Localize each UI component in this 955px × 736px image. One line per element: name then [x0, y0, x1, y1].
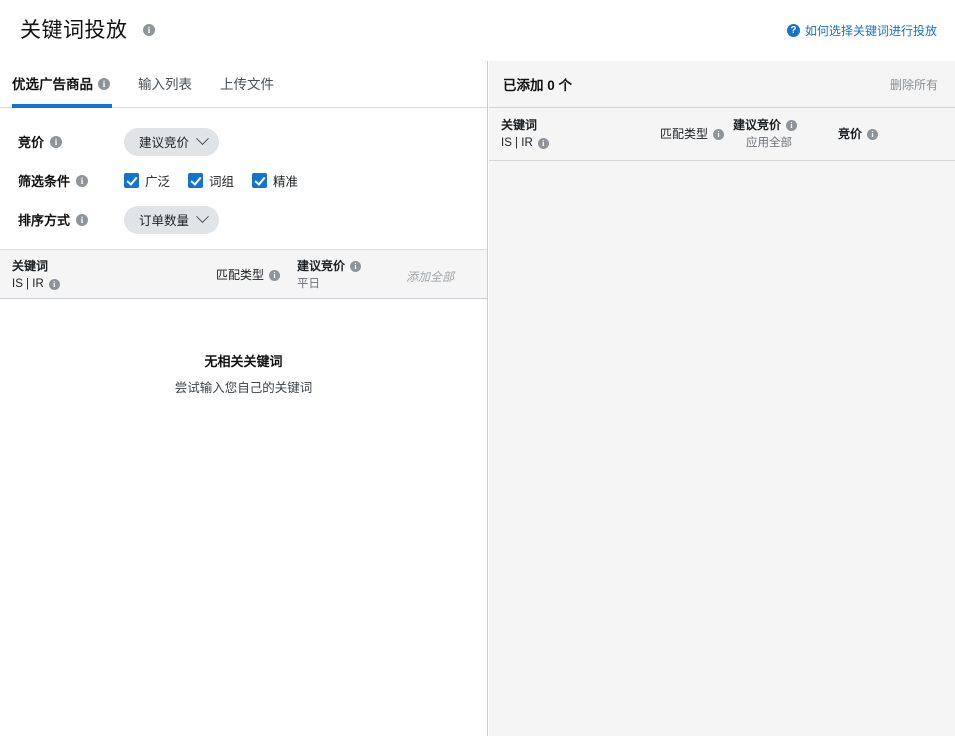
- match-type-checkbox-group: 广泛 词组 精准: [124, 171, 298, 190]
- bid-label: 竞价: [18, 135, 45, 150]
- info-icon[interactable]: i: [713, 128, 725, 140]
- checkbox-broad[interactable]: 广泛: [124, 171, 170, 190]
- info-icon[interactable]: i: [786, 119, 798, 131]
- filter-label: 筛选条件: [18, 174, 71, 189]
- help-link[interactable]: ? 如何选择关键词进行投放: [786, 22, 937, 39]
- checkbox-checked-icon: [124, 173, 139, 188]
- tab-bar: 优选广告商品 i 输入列表 上传文件: [0, 61, 487, 108]
- help-link-label: 如何选择关键词进行投放: [804, 24, 937, 38]
- sort-row: 排序方式 i 订单数量: [0, 200, 487, 239]
- checkbox-checked-icon: [188, 173, 204, 188]
- bid-label-group: 竞价 i: [18, 132, 124, 151]
- column-keyword-label: 关键词: [501, 118, 538, 132]
- column-match-type: 匹配类型 i: [660, 126, 725, 142]
- added-table-header: 关键词 IS | IR i 匹配类型 i 建议竞价 i 应用全部 竞价 i: [489, 108, 955, 161]
- column-suggested-bid-label: 建议竞价: [297, 259, 346, 273]
- info-icon[interactable]: i: [50, 135, 63, 148]
- page-title: 关键词投放: [20, 19, 128, 42]
- empty-state-subtitle: 尝试输入您自己的关键词: [174, 381, 313, 395]
- apply-all-button[interactable]: 应用全部: [746, 135, 792, 151]
- sort-label-group: 排序方式 i: [18, 210, 124, 229]
- info-icon[interactable]: i: [350, 260, 362, 272]
- column-match-type-label: 匹配类型: [660, 127, 709, 141]
- info-icon[interactable]: i: [76, 213, 89, 226]
- info-icon[interactable]: i: [98, 78, 110, 90]
- tab-upload-file[interactable]: 上传文件: [220, 61, 288, 108]
- empty-state: 无相关关键词 尝试输入您自己的关键词: [0, 351, 487, 396]
- tab-featured-products[interactable]: 优选广告商品 i: [12, 61, 124, 108]
- info-icon[interactable]: i: [143, 24, 155, 36]
- column-keyword: 关键词 IS | IR i: [501, 117, 549, 151]
- tab-label: 优选广告商品: [12, 76, 93, 92]
- column-match-type: 匹配类型 i: [216, 267, 281, 283]
- column-suggested-bid-sublabel: 平日: [297, 278, 320, 290]
- column-match-type-label: 匹配类型: [216, 268, 265, 282]
- sort-dropdown[interactable]: 订单数量: [124, 205, 220, 234]
- bid-row: 竞价 i 建议竞价: [0, 122, 487, 161]
- filter-label-group: 筛选条件 i: [18, 171, 124, 190]
- column-keyword-sublabel: IS | IR: [12, 278, 44, 290]
- tab-label: 上传文件: [220, 76, 274, 92]
- info-icon[interactable]: i: [269, 269, 281, 281]
- empty-state-title: 无相关关键词: [204, 354, 283, 369]
- added-keywords-pane: 已添加 0 个 删除所有 关键词 IS | IR i 匹配类型 i 建议竞价 i…: [489, 61, 955, 736]
- filter-controls: 竞价 i 建议竞价 筛选条件 i 广泛 词组 精准 排序方式 i 订单数量: [0, 108, 487, 249]
- page-header: 关键词投放 i ? 如何选择关键词进行投放: [0, 0, 955, 61]
- added-count-label: 已添加 0 个: [503, 78, 573, 93]
- sort-label: 排序方式: [18, 213, 71, 228]
- filter-row: 筛选条件 i 广泛 词组 精准: [0, 161, 487, 200]
- column-suggested-bid: 建议竞价 i 应用全部: [733, 117, 798, 151]
- suggestions-pane: 优选广告商品 i 输入列表 上传文件 竞价 i 建议竞价 筛选条件 i 广泛 词…: [0, 61, 488, 736]
- delete-all-button[interactable]: 删除所有: [890, 76, 938, 93]
- column-keyword-sublabel: IS | IR: [501, 137, 533, 149]
- sort-value: 订单数量: [139, 214, 190, 228]
- checkbox-label: 词组: [209, 175, 235, 189]
- info-icon[interactable]: i: [76, 174, 89, 187]
- tab-enter-list[interactable]: 输入列表: [138, 61, 206, 108]
- checkbox-label: 精准: [273, 175, 299, 189]
- bid-type-value: 建议竞价: [139, 136, 190, 150]
- bid-type-dropdown[interactable]: 建议竞价: [124, 127, 220, 156]
- info-icon[interactable]: i: [537, 137, 549, 149]
- column-suggested-bid: 建议竞价 i 平日: [297, 258, 362, 292]
- tab-label: 输入列表: [138, 76, 192, 92]
- info-icon[interactable]: i: [867, 128, 879, 140]
- keyword-targeting-page: 关键词投放 i ? 如何选择关键词进行投放 优选广告商品 i 输入列表 上传文件: [0, 0, 955, 736]
- info-icon[interactable]: i: [48, 278, 60, 290]
- column-bid: 竞价 i: [838, 126, 879, 142]
- checkbox-label: 广泛: [145, 175, 171, 189]
- checkbox-exact[interactable]: 精准: [252, 171, 298, 190]
- checkbox-phrase[interactable]: 词组: [188, 171, 234, 190]
- add-all-button[interactable]: 添加全部: [406, 268, 454, 285]
- suggestions-table-header: 关键词 IS | IR i 匹配类型 i 建议竞价 i 平日 添加全部: [0, 249, 487, 299]
- chevron-down-icon: [196, 132, 209, 146]
- column-suggested-bid-label: 建议竞价: [733, 118, 782, 132]
- column-keyword-label: 关键词: [12, 259, 49, 273]
- active-tab-indicator: [12, 104, 112, 108]
- chevron-down-icon: [196, 210, 209, 224]
- column-keyword: 关键词 IS | IR i: [12, 258, 60, 292]
- column-bid-label: 竞价: [838, 127, 863, 141]
- added-keywords-header: 已添加 0 个 删除所有: [489, 61, 955, 108]
- checkbox-checked-icon: [252, 173, 268, 188]
- question-mark-icon: ?: [786, 24, 800, 37]
